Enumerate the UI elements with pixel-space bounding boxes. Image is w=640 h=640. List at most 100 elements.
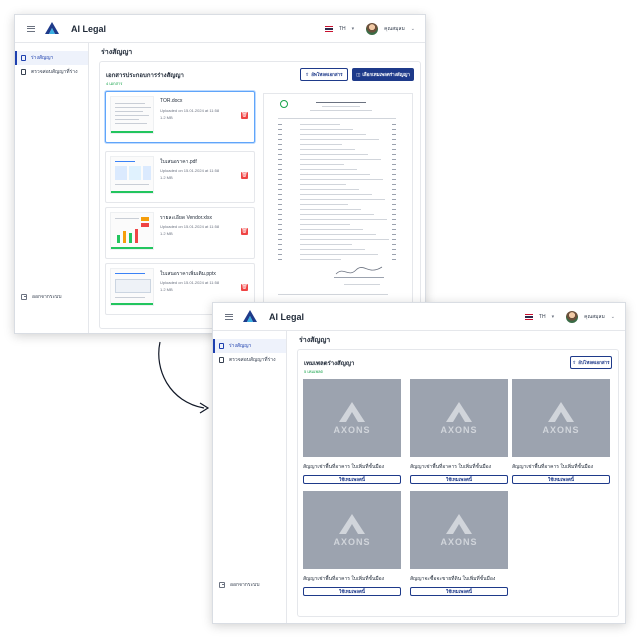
preview-line [300,249,365,250]
preview-line [300,234,376,235]
use-template-button[interactable]: ใช้เทมเพลตนี้ [303,475,401,484]
logout-icon [21,294,27,300]
preview-line [300,124,340,125]
sidebar-item-review-contract[interactable]: ตรวจสอบสัญญาที่ร่าง [15,65,88,79]
template-card[interactable]: AXONS สัญญาเช่าพื้นที่อาคาร ใบเพิ่มที่ชั้… [410,379,508,484]
preview-line [300,204,348,205]
preview-line [392,249,396,250]
preview-line [392,124,396,125]
preview-line [300,134,366,135]
file-size: 1.2 MB [160,287,173,292]
top-bar: AI Legal TH ▾ คุณสมุลม ⌄ [15,15,425,43]
preview-line [392,154,396,155]
template-name: สัญญาเช่าพื้นที่อาคาร ใบเพิ่มที่ชั้นมือง [410,464,492,470]
preview-line [278,234,282,235]
preview-line [300,244,352,245]
upload-document-button[interactable]: ⇪ อัปโหลดเอกสาร [570,356,612,369]
preview-line [300,209,361,210]
menu-icon[interactable] [27,25,35,32]
thai-flag-icon [324,25,333,32]
logout-button[interactable]: ออกจากระบบ [219,581,260,589]
use-template-button[interactable]: ใช้เทมเพลตนี้ [410,475,508,484]
sidebar-item-draft-contract[interactable]: ร่างสัญญา [15,51,88,65]
upload-document-button[interactable]: ⇪ อัพโหลดเอกสาร [300,68,348,81]
document-preview [263,93,413,303]
chevron-down-icon[interactable]: ▾ [352,26,355,32]
axons-watermark-icon [339,402,365,422]
language-selector[interactable]: TH [539,314,546,320]
chevron-down-icon[interactable]: ⌄ [411,26,415,32]
file-item-quotation[interactable]: ใบเสนอราคา.pdf Uploaded on 15.01.2024 at… [105,151,255,203]
preview-line [300,154,368,155]
logout-button[interactable]: ออกจากระบบ [21,293,62,301]
sidebar-item-label: ร่างสัญญา [229,343,252,349]
preview-line [300,189,359,190]
watermark-text: AXONS [333,425,371,435]
axons-watermark-icon [446,514,472,534]
use-template-button[interactable]: ใช้เทมเพลตนี้ [303,587,401,596]
document-icon [219,343,224,349]
template-card[interactable]: AXONS สัญญาเช่าพื้นที่อาคาร ใบเพิ่มที่ชั้… [512,379,610,484]
sidebar: ร่างสัญญา ตรวจสอบสัญญาที่ร่าง ออกจากระบบ [15,43,89,333]
delete-icon[interactable]: 🗑 [241,172,248,179]
preview-line [278,199,282,200]
avatar[interactable] [366,22,379,35]
use-template-button[interactable]: ใช้เทมเพลตนี้ [512,475,610,484]
preview-line [278,179,282,180]
language-selector[interactable]: TH [339,26,346,32]
chevron-down-icon[interactable]: ⌄ [611,314,615,320]
file-size: 1.2 MB [160,231,173,236]
select-template-button[interactable]: ◫ เลือกเทมเพลตร่างสัญญา [352,68,414,81]
logout-label: ออกจากระบบ [230,582,260,588]
template-card[interactable]: AXONS สัญญาเช่าพื้นที่อาคาร ใบเพิ่มที่ชั้… [303,379,401,484]
use-template-button[interactable]: ใช้เทมเพลตนี้ [410,587,508,596]
logout-label: ออกจากระบบ [32,294,62,300]
preview-line [278,124,282,125]
sidebar-item-label: ตรวจสอบสัญญาที่ร่าง [31,69,78,75]
watermark-text: AXONS [440,425,478,435]
template-card[interactable]: AXONS สัญญาจะซื้อจะขายที่ดิน ใบเพิ่มที่ชั… [410,491,508,596]
axons-logo [241,309,259,325]
sidebar-item-draft-contract[interactable]: ร่างสัญญา [213,339,286,353]
preview-line [278,224,282,225]
file-item-tor[interactable]: TOR.docx Uploaded on 15.01.2024 at 11:58… [105,91,255,143]
template-name: สัญญาเช่าพื้นที่อาคาร ใบเพิ่มที่ชั้นมือง [303,576,385,582]
chevron-down-icon[interactable]: ▾ [552,314,555,320]
preview-line [278,164,282,165]
preview-line [278,239,282,240]
preview-line [300,129,353,130]
template-thumbnail: AXONS [512,379,610,457]
file-uploaded: Uploaded on 15.01.2024 at 11:58 [160,280,220,285]
menu-icon[interactable] [225,313,233,320]
preview-line [278,159,282,160]
avatar[interactable] [566,310,579,323]
preview-line [278,184,282,185]
preview-line [392,159,396,160]
preview-line [392,174,396,175]
file-name: ใบเสนอราคา.pdf [160,159,197,165]
file-item-vendor-details[interactable]: รายละเอียด Vendor.xlsx Uploaded on 15.01… [105,207,255,259]
preview-line [392,194,396,195]
card-title: เอกสารประกอบการร่างสัญญา [106,73,184,79]
top-bar: AI Legal TH ▾ คุณสมุลม ⌄ [213,303,625,331]
sidebar-item-review-contract[interactable]: ตรวจสอบสัญญาที่ร่าง [213,353,286,367]
document-count: 4 เอกสาร [106,81,123,86]
user-name[interactable]: คุณสมุลม [584,313,605,321]
file-thumbnail [110,96,154,134]
template-card[interactable]: AXONS สัญญาเช่าพื้นที่อาคาร ใบเพิ่มที่ชั้… [303,491,401,596]
preview-line [300,144,342,145]
user-name[interactable]: คุณสมุลม [384,25,405,33]
preview-line [392,214,396,215]
delete-icon[interactable]: 🗑 [241,112,248,119]
preview-line [278,259,282,260]
preview-line [392,169,396,170]
preview-line [278,139,282,140]
flow-arrow-icon [158,341,210,414]
thai-flag-icon [524,313,533,320]
preview-line [278,244,282,245]
delete-icon[interactable]: 🗑 [241,228,248,235]
contract-draft-window-documents: AI Legal TH ▾ คุณสมุลม ⌄ ร่างสัญญา ตรวจส… [14,14,426,334]
document-icon [21,55,26,61]
preview-line [392,224,396,225]
delete-icon[interactable]: 🗑 [241,284,248,291]
